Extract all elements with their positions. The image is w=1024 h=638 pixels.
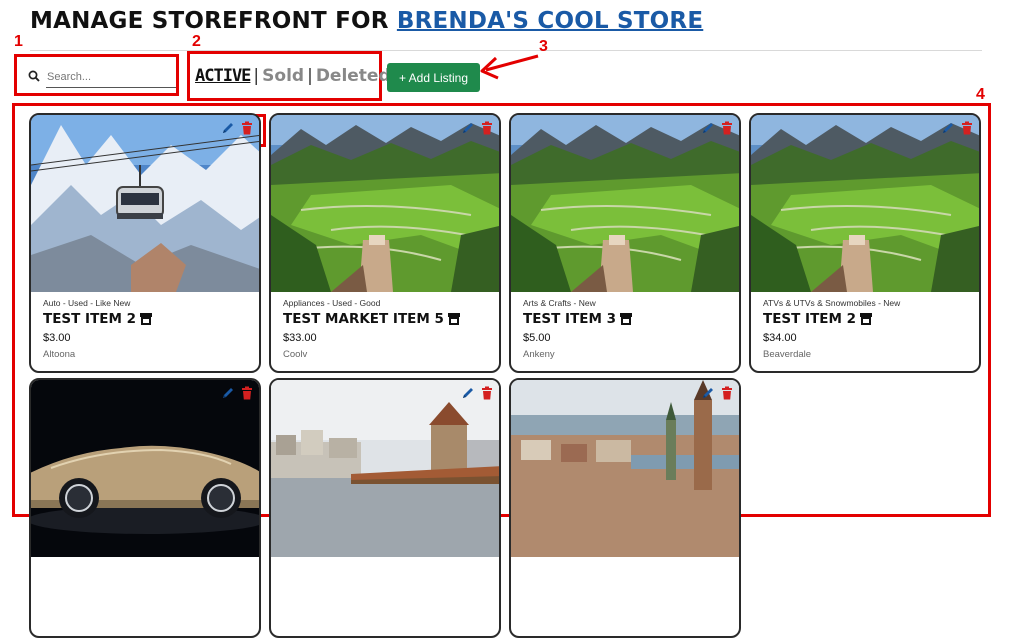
delete-icon[interactable] — [961, 121, 973, 135]
listing-card[interactable]: ATVs & UTVs & Snowmobiles - New TEST ITE… — [749, 113, 981, 373]
listing-location: Coolv — [283, 349, 308, 360]
page-title: MANAGE STOREFRONT FOR BRENDA'S COOL STOR… — [30, 8, 703, 34]
listing-price: $5.00 — [523, 332, 551, 344]
listing-price: $3.00 — [43, 332, 71, 344]
listing-location: Ankeny — [523, 349, 555, 360]
listing-image — [31, 380, 259, 557]
listing-card[interactable] — [29, 378, 261, 638]
listing-title-text: TEST ITEM 2 — [43, 311, 137, 327]
edit-icon[interactable] — [221, 121, 235, 135]
listing-title-text: TEST MARKET ITEM 5 — [283, 311, 444, 327]
status-tabs: ACTIVE | Sold | Deleted — [195, 66, 391, 86]
tab-separator: | — [253, 66, 260, 86]
annotation-number-4: 4 — [976, 86, 985, 103]
lucerne-bridge-image — [271, 380, 499, 557]
green-valley-image — [271, 115, 499, 292]
listing-title: TEST ITEM 2 — [43, 311, 153, 327]
listing-card[interactable] — [509, 378, 741, 638]
listing-title: TEST ITEM 3 — [523, 311, 633, 327]
listing-card[interactable] — [269, 378, 501, 638]
search-icon — [28, 70, 40, 82]
edit-icon[interactable] — [221, 386, 235, 400]
mountain-cable-car-image — [31, 115, 259, 292]
store-name-link[interactable]: BRENDA'S COOL STORE — [397, 8, 703, 34]
edit-icon[interactable] — [461, 121, 475, 135]
listing-location: Beaverdale — [763, 349, 812, 360]
storefront-icon — [447, 313, 460, 325]
edit-icon[interactable] — [461, 386, 475, 400]
storefront-icon — [860, 313, 873, 325]
listing-title-text: TEST ITEM 2 — [763, 311, 857, 327]
add-listing-button[interactable]: + Add Listing — [387, 63, 480, 92]
annotation-arrow — [480, 54, 539, 80]
green-valley-image — [511, 115, 739, 292]
edit-icon[interactable] — [941, 121, 955, 135]
listing-card[interactable]: Auto - Used - Like New TEST ITEM 2 $3.00… — [29, 113, 261, 373]
listing-image — [271, 380, 499, 557]
gold-concept-car-image — [31, 380, 259, 557]
listing-category: ATVs & UTVs & Snowmobiles - New — [763, 298, 901, 308]
delete-icon[interactable] — [241, 386, 253, 400]
storefront-icon — [140, 313, 153, 325]
annotation-number-2: 2 — [192, 33, 201, 50]
listing-image — [271, 115, 499, 292]
tab-sold[interactable]: Sold — [262, 66, 304, 86]
listing-image — [511, 115, 739, 292]
listing-title: TEST MARKET ITEM 5 — [283, 311, 461, 327]
tab-deleted[interactable]: Deleted — [316, 66, 391, 86]
listing-image — [511, 380, 739, 557]
delete-icon[interactable] — [481, 121, 493, 135]
listing-title-text: TEST ITEM 3 — [523, 311, 617, 327]
edit-icon[interactable] — [701, 386, 715, 400]
annotation-number-1: 1 — [14, 33, 23, 50]
tab-separator: | — [307, 66, 313, 86]
tab-active[interactable]: ACTIVE — [195, 66, 251, 86]
listing-category: Appliances - Used - Good — [283, 298, 381, 308]
listing-category: Auto - Used - Like New — [43, 298, 131, 308]
delete-icon[interactable] — [481, 386, 493, 400]
edit-icon[interactable] — [701, 121, 715, 135]
search-input[interactable] — [46, 67, 176, 88]
listing-location: Altoona — [43, 349, 76, 360]
listing-price: $33.00 — [283, 332, 317, 344]
delete-icon[interactable] — [721, 386, 733, 400]
listing-category: Arts & Crafts - New — [523, 298, 596, 308]
listing-price: $34.00 — [763, 332, 797, 344]
storefront-icon — [620, 313, 633, 325]
listing-image — [751, 115, 979, 292]
green-valley-image — [751, 115, 979, 292]
listing-title: TEST ITEM 2 — [763, 311, 873, 327]
listing-card[interactable]: Arts & Crafts - New TEST ITEM 3 $5.00 An… — [509, 113, 741, 373]
delete-icon[interactable] — [721, 121, 733, 135]
listing-image — [31, 115, 259, 292]
page-title-prefix: MANAGE STOREFRONT FOR — [30, 8, 397, 34]
delete-icon[interactable] — [241, 121, 253, 135]
zurich-city-image — [511, 380, 739, 557]
listing-card[interactable]: Appliances - Used - Good TEST MARKET ITE… — [269, 113, 501, 373]
